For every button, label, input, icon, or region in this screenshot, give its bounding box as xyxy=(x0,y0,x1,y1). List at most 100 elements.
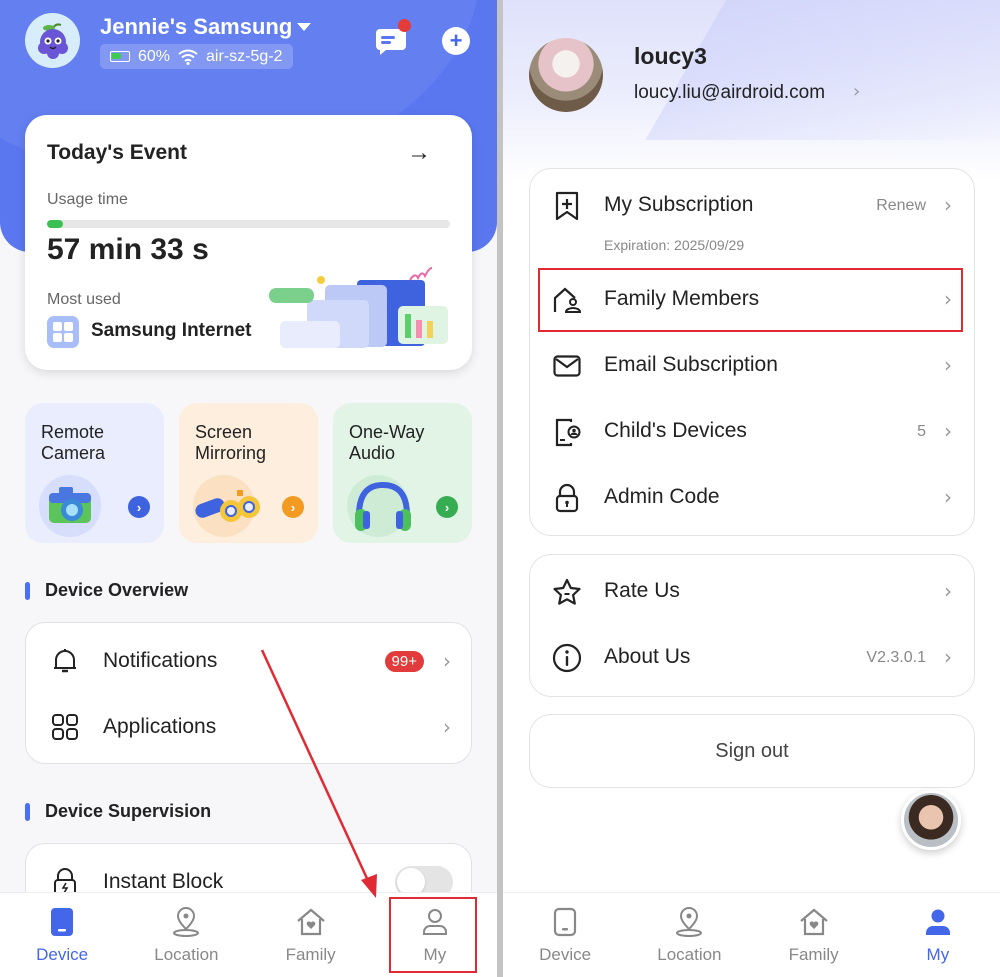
tab-family[interactable]: Family xyxy=(249,893,373,977)
bookmark-plus-icon xyxy=(552,191,582,221)
row-label: Email Subscription xyxy=(604,353,778,376)
phone-icon xyxy=(553,905,577,939)
row-label: Applications xyxy=(103,715,217,738)
location-pin-icon xyxy=(172,905,200,939)
tab-label: Location xyxy=(657,945,722,964)
family-house-icon xyxy=(799,905,829,939)
tab-label: Family xyxy=(285,945,336,964)
tab-location[interactable]: Location xyxy=(124,893,248,977)
device-overview-card: Notifications 99+ › Applications › xyxy=(25,622,472,764)
chevron-right-icon: › xyxy=(443,715,451,739)
account-menu-card: My Subscription Expiration: 2025/09/29 R… xyxy=(529,168,975,536)
device-status: 60% air-sz-5g-2 xyxy=(100,44,293,69)
add-icon[interactable]: + xyxy=(442,27,470,55)
event-title: Today's Event xyxy=(47,141,187,164)
app-icon xyxy=(47,316,79,348)
grape-avatar-icon[interactable] xyxy=(25,13,80,68)
tab-device[interactable]: Device xyxy=(0,893,124,977)
chevron-right-icon: › xyxy=(944,645,952,669)
app-version: V2.3.0.1 xyxy=(866,649,926,666)
unread-dot xyxy=(398,19,411,32)
child-device-count: 5 xyxy=(917,423,926,440)
device-name[interactable]: Jennie's Samsung xyxy=(100,14,292,40)
go-button[interactable]: › xyxy=(282,496,304,518)
arrow-right-icon[interactable]: → xyxy=(407,139,431,167)
user-icon xyxy=(924,905,952,939)
tab-label: Location xyxy=(154,945,219,964)
admin-code-row[interactable]: Admin Code › xyxy=(530,467,974,529)
location-pin-icon xyxy=(675,905,703,939)
device-supervision-heading: Device Supervision xyxy=(25,801,211,822)
apps-grid-icon xyxy=(50,712,80,742)
family-members-highlight-box xyxy=(538,268,963,332)
star-icon xyxy=(552,577,582,607)
rate-us-row[interactable]: Rate Us › xyxy=(530,561,974,623)
my-subscription-row[interactable]: My Subscription Expiration: 2025/09/29 R… xyxy=(530,175,974,265)
bottom-tab-bar: Device Location Family My xyxy=(503,892,1000,977)
support-chat-avatar[interactable] xyxy=(901,790,961,850)
user-email[interactable]: loucy.liu@airdroid.com xyxy=(634,82,825,104)
about-menu-card: Rate Us › About Us V2.3.0.1 › xyxy=(529,554,975,697)
chevron-right-icon: › xyxy=(944,193,952,217)
tab-device[interactable]: Device xyxy=(503,893,627,977)
sign-out-button[interactable]: Sign out xyxy=(529,714,975,788)
camera-icon xyxy=(39,475,101,537)
notifications-badge: 99+ xyxy=(384,650,424,672)
tab-my[interactable]: My xyxy=(876,893,1000,977)
tile-screen-mirroring[interactable]: Screen Mirroring › xyxy=(179,403,318,543)
mail-icon xyxy=(552,351,582,381)
notifications-row[interactable]: Notifications 99+ › xyxy=(26,631,471,691)
tab-label: Device xyxy=(539,945,592,964)
device-user-icon xyxy=(552,417,582,447)
about-us-row[interactable]: About Us V2.3.0.1 › xyxy=(530,627,974,689)
headphones-icon xyxy=(347,475,411,537)
tile-remote-camera[interactable]: Remote Camera › xyxy=(25,403,164,543)
wifi-name: air-sz-5g-2 xyxy=(206,47,283,65)
my-screen: loucy3 loucy.liu@airdroid.com › My Subsc… xyxy=(503,0,1000,977)
tab-label: My xyxy=(926,945,950,964)
row-label: Admin Code xyxy=(604,485,720,508)
bell-icon xyxy=(50,646,80,676)
user-avatar[interactable] xyxy=(529,38,603,112)
my-tab-highlight-box xyxy=(389,897,477,973)
device-overview-heading: Device Overview xyxy=(25,580,188,601)
go-button[interactable]: › xyxy=(436,496,458,518)
tab-location[interactable]: Location xyxy=(627,893,751,977)
battery-level: 60% xyxy=(138,47,171,65)
dropdown-caret-icon[interactable] xyxy=(297,23,311,31)
expiration-date: Expiration: 2025/09/29 xyxy=(604,237,745,253)
row-label: About Us xyxy=(604,645,691,668)
row-label: Rate Us xyxy=(604,579,680,602)
family-house-icon xyxy=(296,905,326,939)
tile-one-way-audio[interactable]: One-Way Audio › xyxy=(333,403,472,543)
email-subscription-row[interactable]: Email Subscription › xyxy=(530,335,974,397)
tab-label: Family xyxy=(788,945,839,964)
usage-label: Usage time xyxy=(47,191,128,208)
chevron-right-icon: › xyxy=(944,353,952,377)
row-label: My Subscription xyxy=(604,193,754,216)
usage-value: 57 min 33 s xyxy=(47,233,209,266)
tab-family[interactable]: Family xyxy=(752,893,876,977)
row-label: Notifications xyxy=(103,649,218,672)
phone-icon xyxy=(50,905,74,939)
chevron-right-icon: › xyxy=(944,579,952,603)
applications-row[interactable]: Applications › xyxy=(26,697,471,757)
tile-label: Remote Camera xyxy=(41,422,106,463)
tile-label: One-Way Audio xyxy=(349,422,425,463)
go-button[interactable]: › xyxy=(128,496,150,518)
chevron-right-icon[interactable]: › xyxy=(853,81,860,102)
message-icon[interactable] xyxy=(375,28,407,56)
tile-label: Screen Mirroring xyxy=(195,422,267,463)
renew-link[interactable]: Renew xyxy=(876,197,926,215)
row-label: Child's Devices xyxy=(604,419,747,442)
tab-label: Device xyxy=(36,945,89,964)
usage-progress xyxy=(47,220,450,228)
wifi-icon xyxy=(178,49,198,65)
quick-feature-tiles: Remote Camera › Screen Mirroring › One-W… xyxy=(25,403,472,543)
childs-devices-row[interactable]: Child's Devices 5 › xyxy=(530,401,974,463)
binoculars-icon xyxy=(193,475,260,537)
battery-icon xyxy=(110,51,130,62)
device-screen: Jennie's Samsung 60% air-sz-5g-2 + Today… xyxy=(0,0,497,977)
chevron-right-icon: › xyxy=(944,485,952,509)
most-used-app: Samsung Internet xyxy=(91,320,252,341)
